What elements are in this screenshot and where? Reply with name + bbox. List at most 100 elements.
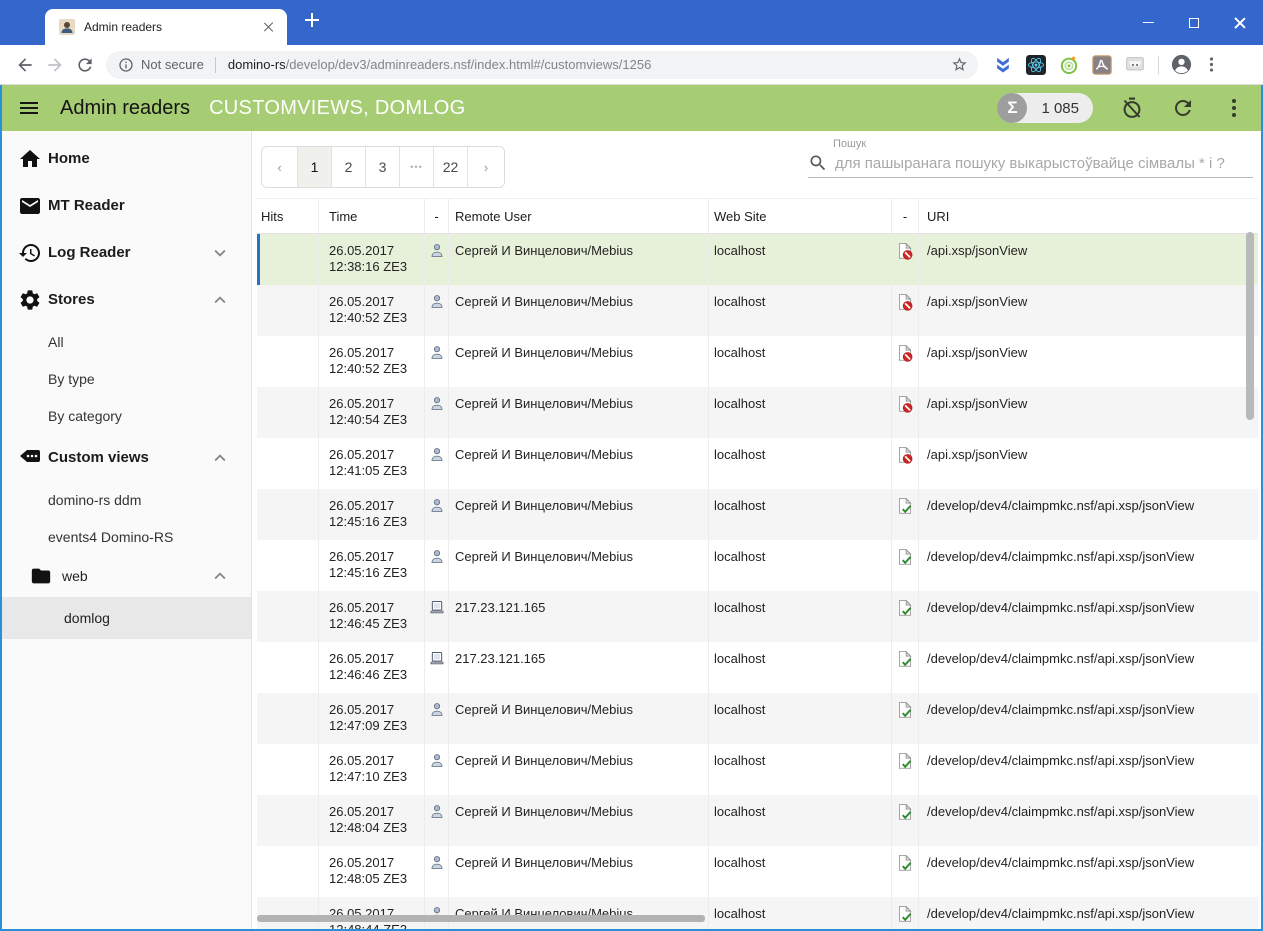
cell-remote-user: Сергей И Винцелович/Mebius <box>449 846 709 897</box>
sidebar-item-home[interactable]: Home <box>2 135 251 182</box>
info-icon[interactable] <box>118 57 134 73</box>
cell-remote-user: Сергей И Винцелович/Mebius <box>449 387 709 438</box>
extension-double-chevron-icon[interactable] <box>993 55 1013 75</box>
tab-close-icon[interactable] <box>263 22 273 32</box>
extension-acrobat-icon[interactable] <box>1092 54 1112 75</box>
table-row[interactable]: 26.05.2017 12:40:54 ZE3 Сергей И Винцело… <box>257 387 1258 438</box>
cell-hits <box>257 336 319 387</box>
page-button-3[interactable]: 3 <box>366 147 400 187</box>
extension-gray-icon[interactable] <box>1125 55 1145 75</box>
browser-menu-icon[interactable] <box>1202 55 1221 74</box>
page-title: CUSTOMVIEWS, DOMLOG <box>209 96 466 119</box>
tab-title: Admin readers <box>84 20 163 34</box>
sidebar-item-by-category[interactable]: By category <box>2 397 251 434</box>
column-header-time[interactable]: Time <box>319 199 425 233</box>
new-tab-button[interactable] <box>299 13 325 39</box>
search-input[interactable] <box>833 153 1253 173</box>
cell-time: 26.05.2017 12:45:16 ZE3 <box>319 540 425 591</box>
toolbar-divider <box>1158 55 1159 74</box>
cell-hits <box>257 285 319 336</box>
sidebar-item-label: Home <box>48 150 90 167</box>
bookmark-star-icon[interactable] <box>951 56 968 73</box>
chevron-down-icon[interactable] <box>209 242 231 264</box>
hamburger-menu-icon[interactable] <box>17 96 41 120</box>
page-button-22[interactable]: 22 <box>434 147 468 187</box>
next-page-button[interactable]: › <box>468 147 504 187</box>
table-row[interactable]: 26.05.2017 12:40:52 ZE3 Сергей И Винцело… <box>257 285 1258 336</box>
extension-react-icon[interactable] <box>1026 54 1046 75</box>
total-count-badge[interactable]: Σ 1 085 <box>997 93 1093 123</box>
sidebar-item-domino-rs-ddm[interactable]: domino-rs ddm <box>2 481 251 518</box>
table-row[interactable]: 26.05.2017 12:47:10 ZE3 Сергей И Винцело… <box>257 744 1258 795</box>
person-icon <box>425 693 449 744</box>
column-header-hits[interactable]: Hits <box>257 199 319 233</box>
cell-web-site: localhost <box>709 438 892 489</box>
column-header-remote-user[interactable]: Remote User <box>449 199 709 233</box>
table-row[interactable]: 26.05.2017 12:46:45 ZE3 217.23.121.165 l… <box>257 591 1258 642</box>
window-maximize-button[interactable] <box>1171 0 1217 45</box>
forward-button[interactable] <box>40 50 70 80</box>
table-row[interactable]: 26.05.2017 12:41:05 ZE3 Сергей И Винцело… <box>257 438 1258 489</box>
cell-web-site: localhost <box>709 336 892 387</box>
cell-uri: /api.xsp/jsonView <box>927 294 1028 309</box>
app-menu-icon[interactable] <box>1222 96 1246 120</box>
sidebar-item-custom-views[interactable]: Custom views <box>2 434 251 481</box>
table-row[interactable]: 26.05.2017 12:45:16 ZE3 Сергей И Винцело… <box>257 540 1258 591</box>
table-row[interactable]: 26.05.2017 12:47:09 ZE3 Сергей И Винцело… <box>257 693 1258 744</box>
document-blocked-icon <box>892 387 919 438</box>
table-row[interactable]: 26.05.2017 12:48:05 ZE3 Сергей И Винцело… <box>257 846 1258 897</box>
prev-page-button[interactable]: ‹ <box>262 147 298 187</box>
refresh-icon[interactable] <box>1171 96 1195 120</box>
cell-hits <box>257 897 319 929</box>
window-close-button[interactable] <box>1217 0 1263 45</box>
page-button-1[interactable]: 1 <box>298 147 332 187</box>
cell-hits <box>257 642 319 693</box>
cell-time: 26.05.2017 12:47:09 ZE3 <box>319 693 425 744</box>
sidebar-item-label: domlog <box>64 610 110 626</box>
sidebar-item-stores[interactable]: Stores <box>2 276 251 323</box>
reload-button[interactable] <box>70 50 100 80</box>
chevron-up-icon[interactable] <box>209 565 231 587</box>
cell-web-site: localhost <box>709 642 892 693</box>
app-header: Admin readers CUSTOMVIEWS, DOMLOG Σ 1 08… <box>2 85 1261 131</box>
address-bar[interactable]: Not secure domino-rs /develop/dev3/admin… <box>106 50 978 79</box>
browser-tab[interactable]: Admin readers <box>45 9 287 45</box>
sidebar-item-events4-domino-rs[interactable]: events4 Domino-RS <box>2 518 251 555</box>
sidebar-item-by-type[interactable]: By type <box>2 360 251 397</box>
table-row[interactable]: 26.05.2017 12:38:16 ZE3 Сергей И Винцело… <box>257 234 1258 285</box>
extension-target-icon[interactable] <box>1059 55 1079 75</box>
cell-hits <box>257 489 319 540</box>
cell-time: 26.05.2017 12:38:16 ZE3 <box>319 234 425 285</box>
window-minimize-button[interactable] <box>1125 0 1171 45</box>
table-row[interactable]: 26.05.2017 12:48:44 ZE3 Сергей И Винцело… <box>257 897 1258 929</box>
chevron-up-icon[interactable] <box>209 447 231 469</box>
table-row[interactable]: 26.05.2017 12:46:46 ZE3 217.23.121.165 l… <box>257 642 1258 693</box>
chevron-up-icon[interactable] <box>209 289 231 311</box>
column-header-web-site[interactable]: Web Site <box>709 199 892 233</box>
timer-off-icon[interactable] <box>1120 96 1144 120</box>
cell-web-site: localhost <box>709 897 892 929</box>
sidebar-item-web[interactable]: web <box>2 555 251 597</box>
column-header-user-icon[interactable]: - <box>425 199 449 233</box>
table-row[interactable]: 26.05.2017 12:40:52 ZE3 Сергей И Винцело… <box>257 336 1258 387</box>
sidebar-item-domlog[interactable]: domlog <box>2 597 251 639</box>
table-body: 26.05.2017 12:38:16 ZE3 Сергей И Винцело… <box>257 234 1258 929</box>
column-header-uri[interactable]: URI <box>919 199 1258 233</box>
minimize-icon <box>1142 22 1154 23</box>
table-row[interactable]: 26.05.2017 12:45:16 ZE3 Сергей И Винцело… <box>257 489 1258 540</box>
horizontal-scrollbar[interactable] <box>257 915 705 922</box>
settings-icon <box>18 288 42 312</box>
sidebar-item-mt-reader[interactable]: MT Reader <box>2 182 251 229</box>
profile-avatar-icon[interactable] <box>1170 53 1193 76</box>
person-icon <box>425 540 449 591</box>
page-button-2[interactable]: 2 <box>332 147 366 187</box>
vertical-scrollbar[interactable] <box>1246 232 1254 420</box>
computer-icon <box>425 642 449 693</box>
back-button[interactable] <box>10 50 40 80</box>
mail-icon <box>18 194 42 218</box>
cell-web-site: localhost <box>709 489 892 540</box>
column-header-status-icon[interactable]: - <box>892 199 919 233</box>
sidebar-item-log-reader[interactable]: Log Reader <box>2 229 251 276</box>
sidebar-item-all[interactable]: All <box>2 323 251 360</box>
table-row[interactable]: 26.05.2017 12:48:04 ZE3 Сергей И Винцело… <box>257 795 1258 846</box>
